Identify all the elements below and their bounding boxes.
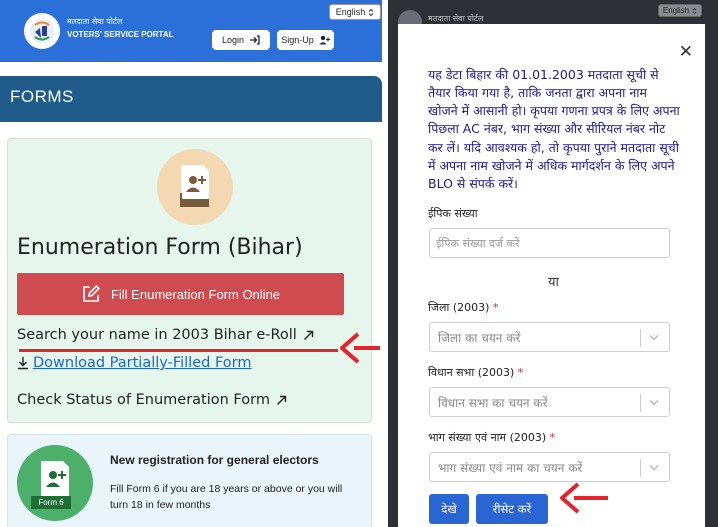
select-separator <box>640 329 641 347</box>
search-button[interactable]: देखे <box>429 494 469 524</box>
required-mark: * <box>492 301 499 314</box>
status-link-label: Check Status of Enumeration Form <box>17 392 270 408</box>
form6-document-icon[interactable] <box>17 445 93 521</box>
edit-icon <box>83 284 101 302</box>
part-select[interactable]: भाग संख्या एवं नाम का चयन करें <box>429 452 670 482</box>
dimmed-portal-name: मतदाता सेवा पोर्टल <box>428 14 484 23</box>
new-registration-card: Form 6 New registration for general elec… <box>7 434 372 527</box>
required-mark: * <box>517 366 524 379</box>
site-header: मतदाता सेवा पोर्टल VOTERS' SERVICE PORTA… <box>0 0 382 62</box>
fill-enumeration-form-button[interactable]: Fill Enumeration Form Online <box>17 273 344 315</box>
right-screenshot-panel: मतदाता सेवा पोर्टल English ✕ यह डेटा बिह… <box>388 0 718 527</box>
check-status-link[interactable]: Check Status of Enumeration Form <box>17 392 287 408</box>
updown-chevron-icon <box>692 7 697 14</box>
download-partially-filled-link[interactable]: Download Partially-Filled Form <box>17 355 251 371</box>
fill-button-label: Fill Enumeration Form Online <box>110 286 281 302</box>
external-arrow-icon <box>303 330 314 340</box>
epic-number-input[interactable]: ईपिक संख्या दर्ज करें <box>429 228 670 258</box>
required-mark: * <box>549 431 556 444</box>
assembly-label-text: विधान सभा (2003) <box>428 366 515 379</box>
login-label: Login <box>221 35 245 45</box>
search-eroll-modal: ✕ यह डेटा बिहार की 01.01.2003 मतदाता सूच… <box>398 24 705 527</box>
annotation-arrow-icon <box>340 332 380 364</box>
annotation-underline <box>19 349 338 352</box>
assembly-placeholder: विधान सभा का चयन करें <box>438 395 548 410</box>
language-label: English <box>335 7 366 17</box>
epic-label: ईपिक संख्या <box>428 207 478 220</box>
document-add-icon <box>157 149 233 225</box>
annotation-arrow-icon <box>560 482 608 514</box>
updown-chevron-icon <box>368 8 374 16</box>
signup-button[interactable]: Sign-Up <box>277 30 334 50</box>
dimmed-language-select: English <box>658 4 702 17</box>
new-registration-title: New registration for general electors <box>110 453 319 467</box>
district-label: जिला (2003) * <box>428 300 498 315</box>
enumeration-form-title: Enumeration Form (Bihar) <box>17 235 303 260</box>
reset-button[interactable]: रीसेट करें <box>476 494 548 524</box>
part-placeholder: भाग संख्या एवं नाम का चयन करें <box>438 460 583 475</box>
chevron-down-icon <box>649 465 659 471</box>
assembly-select[interactable]: विधान सभा का चयन करें <box>429 387 670 417</box>
search-eroll-link[interactable]: Search your name in 2003 Bihar e-Roll <box>17 327 314 343</box>
login-arrow-icon <box>250 35 260 45</box>
assembly-label: विधान सभा (2003) * <box>428 365 523 380</box>
left-screenshot-panel: मतदाता सेवा पोर्टल VOTERS' SERVICE PORTA… <box>0 0 382 527</box>
forms-section-bar: FORMS <box>0 76 382 122</box>
dimmed-language-label: English <box>662 6 690 15</box>
forms-title: FORMS <box>10 87 74 106</box>
portal-name-hindi: मतदाता सेवा पोर्टल <box>67 17 123 26</box>
form6-badge: Form 6 <box>31 496 71 509</box>
portal-name-english: VOTERS' SERVICE PORTAL <box>67 30 174 39</box>
external-arrow-icon <box>276 395 287 405</box>
modal-info-note: यह डेटा बिहार की 01.01.2003 मतदाता सूची … <box>428 67 680 191</box>
chevron-down-icon <box>649 335 659 341</box>
download-link-label: Download Partially-Filled Form <box>33 355 252 371</box>
district-placeholder: जिला का चयन करें <box>438 330 521 345</box>
enumeration-form-card: Enumeration Form (Bihar) Fill Enumeratio… <box>7 138 372 423</box>
login-button[interactable]: Login <box>212 30 270 50</box>
user-plus-icon <box>319 35 330 45</box>
new-registration-description: Fill Form 6 if you are 18 years or above… <box>110 483 343 512</box>
eci-logo-icon[interactable] <box>24 13 60 49</box>
select-separator <box>640 394 641 412</box>
search-link-label: Search your name in 2003 Bihar e-Roll <box>17 327 297 343</box>
part-label: भाग संख्या एवं नाम (2003) * <box>428 430 555 445</box>
close-icon[interactable]: ✕ <box>679 42 693 62</box>
part-label-text: भाग संख्या एवं नाम (2003) <box>428 431 547 444</box>
epic-placeholder: ईपिक संख्या दर्ज करें <box>436 236 520 250</box>
select-separator <box>640 459 641 477</box>
language-select[interactable]: English <box>329 4 381 20</box>
district-select[interactable]: जिला का चयन करें <box>429 322 670 352</box>
or-separator: या <box>548 275 559 290</box>
signup-label: Sign-Up <box>281 35 314 45</box>
district-label-text: जिला (2003) <box>428 301 490 314</box>
chevron-down-icon <box>649 400 659 406</box>
download-icon <box>18 357 28 370</box>
